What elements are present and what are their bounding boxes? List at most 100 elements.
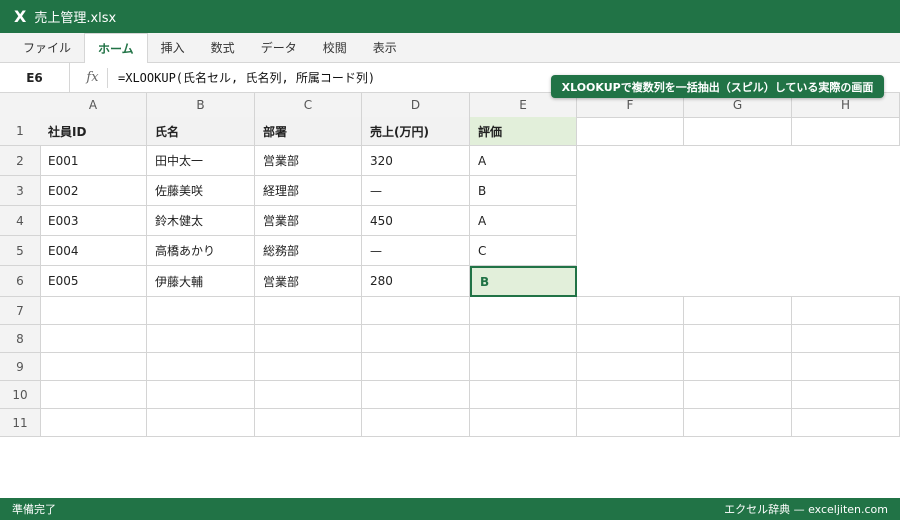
cell-e9[interactable] — [470, 353, 577, 381]
cell-b10[interactable] — [147, 381, 255, 409]
cell-a2[interactable]: E001 — [40, 146, 147, 176]
tab-review[interactable]: 校閲 — [310, 33, 360, 62]
cell-a9[interactable] — [40, 353, 147, 381]
cell-d6[interactable]: 280 — [362, 266, 470, 297]
cell-e2[interactable]: A — [470, 146, 577, 176]
cell-b9[interactable] — [147, 353, 255, 381]
cell-b3[interactable]: 佐藤美咲 — [147, 176, 255, 206]
tab-file[interactable]: ファイル — [10, 33, 84, 62]
cell-c4[interactable]: 営業部 — [255, 206, 362, 236]
tab-data[interactable]: データ — [248, 33, 310, 62]
cell-g4[interactable] — [684, 206, 792, 236]
cell-f11[interactable] — [577, 409, 684, 437]
cell-g6[interactable] — [684, 266, 792, 297]
cell-e7[interactable] — [470, 297, 577, 325]
cell-g9[interactable] — [684, 353, 792, 381]
cell-f2[interactable] — [577, 146, 684, 176]
cell-a5[interactable]: E004 — [40, 236, 147, 266]
cell-f1[interactable] — [577, 117, 684, 146]
row-header-11[interactable]: 11 — [0, 409, 41, 437]
cell-b2[interactable]: 田中太一 — [147, 146, 255, 176]
cell-b1[interactable]: 氏名 — [147, 117, 255, 146]
cell-h2[interactable] — [792, 146, 900, 176]
tab-insert[interactable]: 挿入 — [148, 33, 198, 62]
cell-d4[interactable]: 450 — [362, 206, 470, 236]
cell-d5[interactable]: — — [362, 236, 470, 266]
cell-a11[interactable] — [40, 409, 147, 437]
cell-e4[interactable]: A — [470, 206, 577, 236]
tab-view[interactable]: 表示 — [360, 33, 410, 62]
row-header-7[interactable]: 7 — [0, 297, 41, 325]
cell-c8[interactable] — [255, 325, 362, 353]
tab-formulas[interactable]: 数式 — [198, 33, 248, 62]
cell-c9[interactable] — [255, 353, 362, 381]
cell-h5[interactable] — [792, 236, 900, 266]
fx-icon[interactable]: fx — [78, 67, 108, 88]
cell-h8[interactable] — [792, 325, 900, 353]
cell-e3[interactable]: B — [470, 176, 577, 206]
column-header-c[interactable]: C — [255, 93, 362, 118]
cell-h7[interactable] — [792, 297, 900, 325]
cell-e10[interactable] — [470, 381, 577, 409]
cell-d7[interactable] — [362, 297, 470, 325]
cell-g5[interactable] — [684, 236, 792, 266]
cell-d9[interactable] — [362, 353, 470, 381]
cell-b4[interactable]: 鈴木健太 — [147, 206, 255, 236]
cell-e1[interactable]: 評価 — [470, 117, 577, 146]
cell-b11[interactable] — [147, 409, 255, 437]
cell-c6[interactable]: 営業部 — [255, 266, 362, 297]
cell-c3[interactable]: 経理部 — [255, 176, 362, 206]
cell-e11[interactable] — [470, 409, 577, 437]
cell-g3[interactable] — [684, 176, 792, 206]
cell-b8[interactable] — [147, 325, 255, 353]
cell-h3[interactable] — [792, 176, 900, 206]
cell-h6[interactable] — [792, 266, 900, 297]
cell-a1[interactable]: 社員ID — [40, 117, 147, 146]
cell-b5[interactable]: 高橋あかり — [147, 236, 255, 266]
cell-a3[interactable]: E002 — [40, 176, 147, 206]
cell-d2[interactable]: 320 — [362, 146, 470, 176]
cell-f8[interactable] — [577, 325, 684, 353]
cell-f3[interactable] — [577, 176, 684, 206]
cell-a6[interactable]: E005 — [40, 266, 147, 297]
row-header-2[interactable]: 2 — [0, 146, 41, 176]
cell-e8[interactable] — [470, 325, 577, 353]
cell-a8[interactable] — [40, 325, 147, 353]
cell-b7[interactable] — [147, 297, 255, 325]
cell-h11[interactable] — [792, 409, 900, 437]
cell-g8[interactable] — [684, 325, 792, 353]
cell-h1[interactable] — [792, 117, 900, 146]
cell-e6[interactable]: B — [470, 266, 577, 297]
cell-f6[interactable] — [577, 266, 684, 297]
cell-a7[interactable] — [40, 297, 147, 325]
cell-d10[interactable] — [362, 381, 470, 409]
row-header-9[interactable]: 9 — [0, 353, 41, 381]
cell-h9[interactable] — [792, 353, 900, 381]
cell-d8[interactable] — [362, 325, 470, 353]
cell-c2[interactable]: 営業部 — [255, 146, 362, 176]
cell-h4[interactable] — [792, 206, 900, 236]
select-all-corner[interactable] — [0, 93, 41, 118]
cell-d1[interactable]: 売上(万円) — [362, 117, 470, 146]
cell-g10[interactable] — [684, 381, 792, 409]
cell-a10[interactable] — [40, 381, 147, 409]
cell-e5[interactable]: C — [470, 236, 577, 266]
cell-c7[interactable] — [255, 297, 362, 325]
cell-g11[interactable] — [684, 409, 792, 437]
cell-f7[interactable] — [577, 297, 684, 325]
cell-c10[interactable] — [255, 381, 362, 409]
cell-c11[interactable] — [255, 409, 362, 437]
column-header-d[interactable]: D — [362, 93, 470, 118]
cell-d11[interactable] — [362, 409, 470, 437]
cell-b6[interactable]: 伊藤大輔 — [147, 266, 255, 297]
cell-c5[interactable]: 総務部 — [255, 236, 362, 266]
cell-h10[interactable] — [792, 381, 900, 409]
row-header-3[interactable]: 3 — [0, 176, 41, 206]
row-header-4[interactable]: 4 — [0, 206, 41, 236]
cell-f4[interactable] — [577, 206, 684, 236]
cell-g2[interactable] — [684, 146, 792, 176]
column-header-a[interactable]: A — [40, 93, 147, 118]
tab-home[interactable]: ホーム — [84, 33, 148, 63]
row-header-5[interactable]: 5 — [0, 236, 41, 266]
cell-g7[interactable] — [684, 297, 792, 325]
